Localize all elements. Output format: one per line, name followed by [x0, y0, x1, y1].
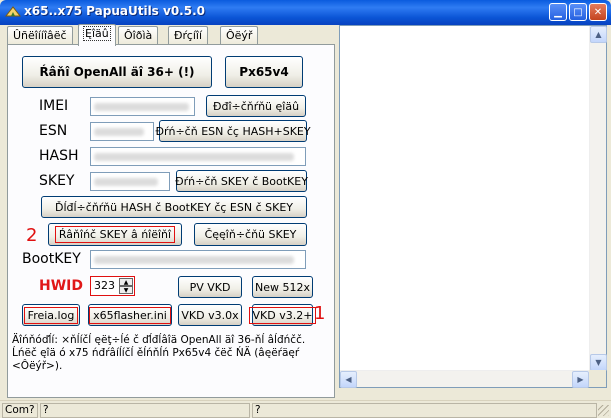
unlock-button[interactable]: Ŕâňî OpenAll äî 36+ (!)	[22, 56, 212, 88]
annotation-2: 2	[26, 225, 38, 246]
hash-label: HASH	[39, 148, 79, 164]
bootkey-field[interactable]	[90, 250, 306, 269]
skey-label: SKEY	[39, 173, 75, 189]
scroll-left-icon[interactable]: ◀	[340, 371, 357, 388]
imei-label: IMEI	[39, 98, 69, 114]
close-icon[interactable]: ✕	[589, 3, 607, 21]
maximize-icon[interactable]: □	[569, 3, 587, 21]
tab-codes[interactable]: Ęîäû	[78, 24, 116, 46]
vkd30-button[interactable]: VKD v3.0x	[178, 304, 242, 326]
scroll-up-icon[interactable]: ▲	[590, 26, 607, 43]
minimize-icon[interactable]: ▁	[549, 3, 567, 21]
save-skey-button[interactable]: Ŕâňîńč SKEY â ńîëîňî	[48, 223, 182, 246]
codes-panel: Ŕâňî OpenAll äî 36+ (!) Px65v4 IMEI Đđî÷…	[7, 44, 335, 398]
vkd32-button[interactable]: VKD v3.2+	[248, 304, 317, 326]
x65flasher-ini-button[interactable]: x65flasher.ini	[88, 304, 172, 326]
skey-field[interactable]	[90, 172, 170, 191]
recalc-hash-button[interactable]: Ďĺđĺ÷čňŕňü HASH č BootKEY čç ESN č SKEY	[41, 196, 307, 218]
new-512x-button[interactable]: New 512x	[252, 276, 313, 298]
status-bar: Com? ? ?	[0, 400, 611, 418]
calc-code-button[interactable]: Đđî÷čňŕňü ęîäû	[206, 95, 306, 117]
hwid-label: HWID	[39, 278, 83, 294]
pv-vkd-button[interactable]: PV VKD	[178, 276, 242, 298]
tab-misc[interactable]: Ðŕçíîí	[168, 26, 209, 45]
annotation-1: 1	[314, 303, 326, 324]
log-textarea[interactable]: ▲ ▼ ◀ ▶	[339, 25, 607, 388]
hint-text: Äîńňóďĺí: ×ňĺíčĺ ęëţ÷ĺé č ďĺđĺâîä OpenAl…	[12, 334, 306, 372]
calc-esn-button[interactable]: Đŕń÷čň ESN čç HASH+SKEY	[155, 120, 311, 142]
scroll-down-icon[interactable]: ▼	[590, 354, 607, 371]
freia-log-button[interactable]: Freia.log	[22, 304, 80, 326]
vertical-scrollbar[interactable]: ▲ ▼	[589, 26, 607, 371]
esn-field[interactable]	[90, 122, 154, 141]
get-skey-button[interactable]: Čęęîň÷čňü SKEY	[194, 223, 307, 246]
status-port: Com?	[2, 403, 38, 418]
horizontal-scrollbar[interactable]: ◀ ▶	[340, 370, 589, 388]
app-window: x65..x75 PapuaUtils v0.5.0 ▁ □ ✕ Ûñëîííî…	[0, 0, 611, 418]
spin-down-icon[interactable]: ▼	[119, 286, 133, 294]
status-pane-3: ?	[252, 403, 597, 418]
scroll-right-icon[interactable]: ▶	[572, 371, 589, 388]
hwid-value: 323	[94, 279, 115, 292]
title-bar[interactable]: x65..x75 PapuaUtils v0.5.0 ▁ □ ✕	[0, 0, 611, 25]
calc-skey-button[interactable]: Đŕń÷čň SKEY č BootKEY	[175, 170, 308, 192]
client-area: Ûñëîííîâëč Ęîäû Ôîðìà Ðŕçíîí Ôëýř Ŕâňî O…	[3, 24, 608, 400]
spin-up-icon[interactable]: ▲	[119, 278, 133, 286]
tab-forms[interactable]: Ôîðìà	[118, 26, 159, 45]
app-icon	[5, 6, 21, 17]
tab-flash[interactable]: Ôëýř	[220, 26, 259, 45]
window-title: x65..x75 PapuaUtils v0.5.0	[24, 4, 205, 18]
hash-field[interactable]	[90, 147, 306, 166]
scroll-corner	[589, 370, 606, 387]
px65v4-button[interactable]: Px65v4	[225, 56, 303, 88]
resize-grip-icon[interactable]	[598, 405, 609, 416]
esn-label: ESN	[39, 123, 68, 139]
imei-field[interactable]	[90, 97, 195, 116]
hwid-stepper[interactable]: 323 ▲ ▼	[90, 276, 135, 296]
status-pane-2: ?	[40, 403, 250, 418]
tab-ident[interactable]: Ûñëîííîâëč	[7, 26, 73, 45]
bootkey-label: BootKEY	[22, 251, 81, 267]
